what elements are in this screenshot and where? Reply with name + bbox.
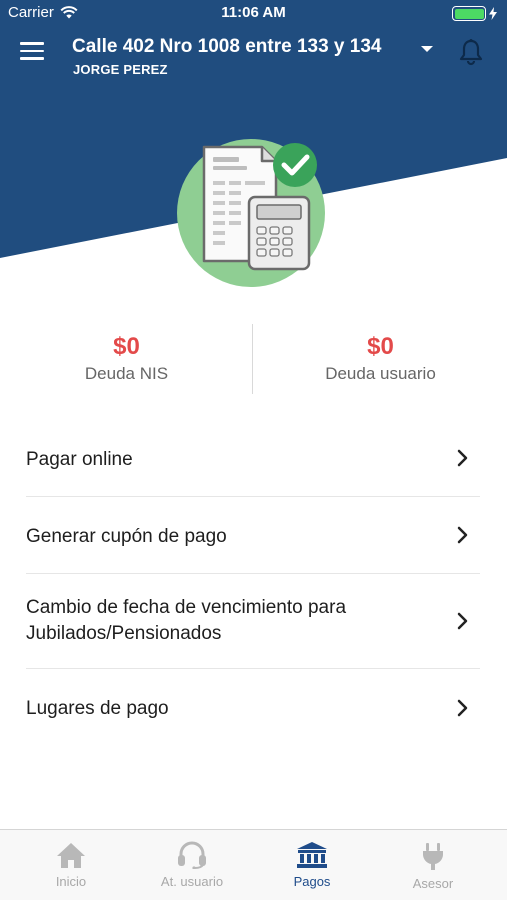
menu-item-label: Pagar online (26, 449, 133, 470)
headset-icon (178, 841, 206, 869)
debt-nis-amount: $0 (113, 333, 140, 360)
menu-item-payment-places[interactable]: Lugares de pago (26, 669, 480, 746)
status-bar: Carrier 11:06 AM (0, 0, 507, 26)
chevron-right-icon (457, 526, 468, 544)
bank-icon (297, 842, 327, 868)
debt-user-label: Deuda usuario (325, 364, 436, 383)
chevron-down-icon[interactable] (420, 44, 434, 54)
tab-label: At. usuario (160, 874, 224, 889)
tab-at-usuario[interactable]: At. usuario (129, 830, 255, 900)
debt-divider (252, 324, 253, 394)
tab-label: Inicio (55, 874, 87, 889)
bottom-tab-bar: Inicio At. usuario Pagos Asesor (0, 829, 507, 900)
status-time: 11:06 AM (221, 4, 286, 21)
supply-address[interactable]: Calle 402 Nro 1008 entre 133 y 134 (72, 36, 381, 58)
tab-asesor[interactable]: Asesor (370, 830, 496, 900)
tab-inicio[interactable]: Inicio (8, 830, 134, 900)
debt-user-amount: $0 (367, 333, 394, 360)
hamburger-menu-icon[interactable] (20, 42, 44, 62)
payments-menu: Pagar online Generar cupón de pago Cambi… (26, 420, 480, 746)
menu-item-change-due-date[interactable]: Cambio de fecha de vencimiento para Jubi… (26, 574, 480, 669)
home-icon (57, 843, 85, 868)
bell-icon[interactable] (458, 38, 484, 66)
tab-label: Asesor (412, 876, 454, 891)
menu-item-pay-online[interactable]: Pagar online (26, 420, 480, 497)
menu-item-generate-coupon[interactable]: Generar cupón de pago (26, 497, 480, 574)
chevron-right-icon (457, 449, 468, 467)
charging-icon (489, 7, 497, 20)
menu-item-label: Generar cupón de pago (26, 526, 227, 547)
debt-nis-label: Deuda NIS (84, 364, 169, 383)
menu-item-label: Lugares de pago (26, 698, 169, 719)
top-bar: Calle 402 Nro 1008 entre 133 y 134 JORGE… (0, 30, 507, 82)
chevron-right-icon (457, 699, 468, 716)
tab-pagos[interactable]: Pagos (249, 830, 375, 900)
battery-icon (452, 6, 486, 21)
battery-indicator (452, 6, 497, 21)
debt-nis: $0 Deuda NIS (0, 332, 253, 384)
check-badge-icon (273, 143, 317, 187)
tab-label: Pagos (293, 874, 331, 889)
user-name: JORGE PEREZ (73, 62, 168, 77)
debt-user: $0 Deuda usuario (254, 332, 507, 384)
menu-item-label: Cambio de fecha de vencimiento para Jubi… (26, 597, 347, 644)
plug-icon (423, 843, 443, 870)
chevron-right-icon (457, 612, 468, 630)
calculator-icon (247, 195, 311, 271)
debt-summary: $0 Deuda NIS $0 Deuda usuario (0, 322, 507, 396)
invoice-calculator-illustration (177, 139, 325, 287)
